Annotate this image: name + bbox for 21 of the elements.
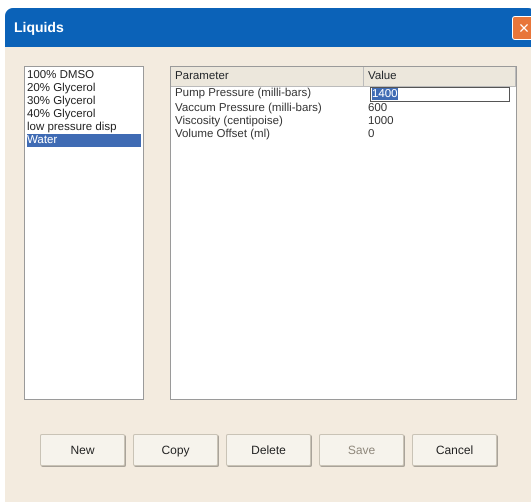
table-cell-text: Pump Pressure (milli-bars) — [174, 87, 312, 102]
table-cell-text: Vaccum Pressure (milli-bars) — [174, 102, 323, 116]
table-cell-text: 1000 — [367, 115, 395, 128]
table-cell-text: 0 — [367, 128, 376, 142]
column-header[interactable]: Value — [364, 67, 516, 88]
dialog-button[interactable]: New — [40, 434, 125, 466]
window-title: Liquids — [14, 18, 64, 37]
list-item[interactable]: 40% Glycerol — [27, 108, 141, 121]
dialog-button[interactable]: Delete — [226, 434, 311, 466]
column-header[interactable]: Parameter — [171, 67, 364, 88]
list-item[interactable]: Water — [27, 134, 141, 147]
list-item[interactable]: low pressure disp — [27, 121, 141, 134]
list-item[interactable]: 20% Glycerol — [27, 82, 141, 95]
value-input-field[interactable]: 1400 — [370, 87, 510, 102]
table-cell-text: 600 — [367, 102, 388, 116]
table-cell-text: Volume Offset (ml) — [174, 128, 272, 142]
dialog-button[interactable]: Copy — [133, 434, 218, 466]
dialog-button[interactable]: Cancel — [412, 434, 497, 466]
table-cell-text: Viscosity (centipoise) — [174, 115, 284, 128]
list-item[interactable]: 100% DMSO — [27, 69, 141, 82]
list-item[interactable]: 30% Glycerol — [27, 95, 141, 108]
